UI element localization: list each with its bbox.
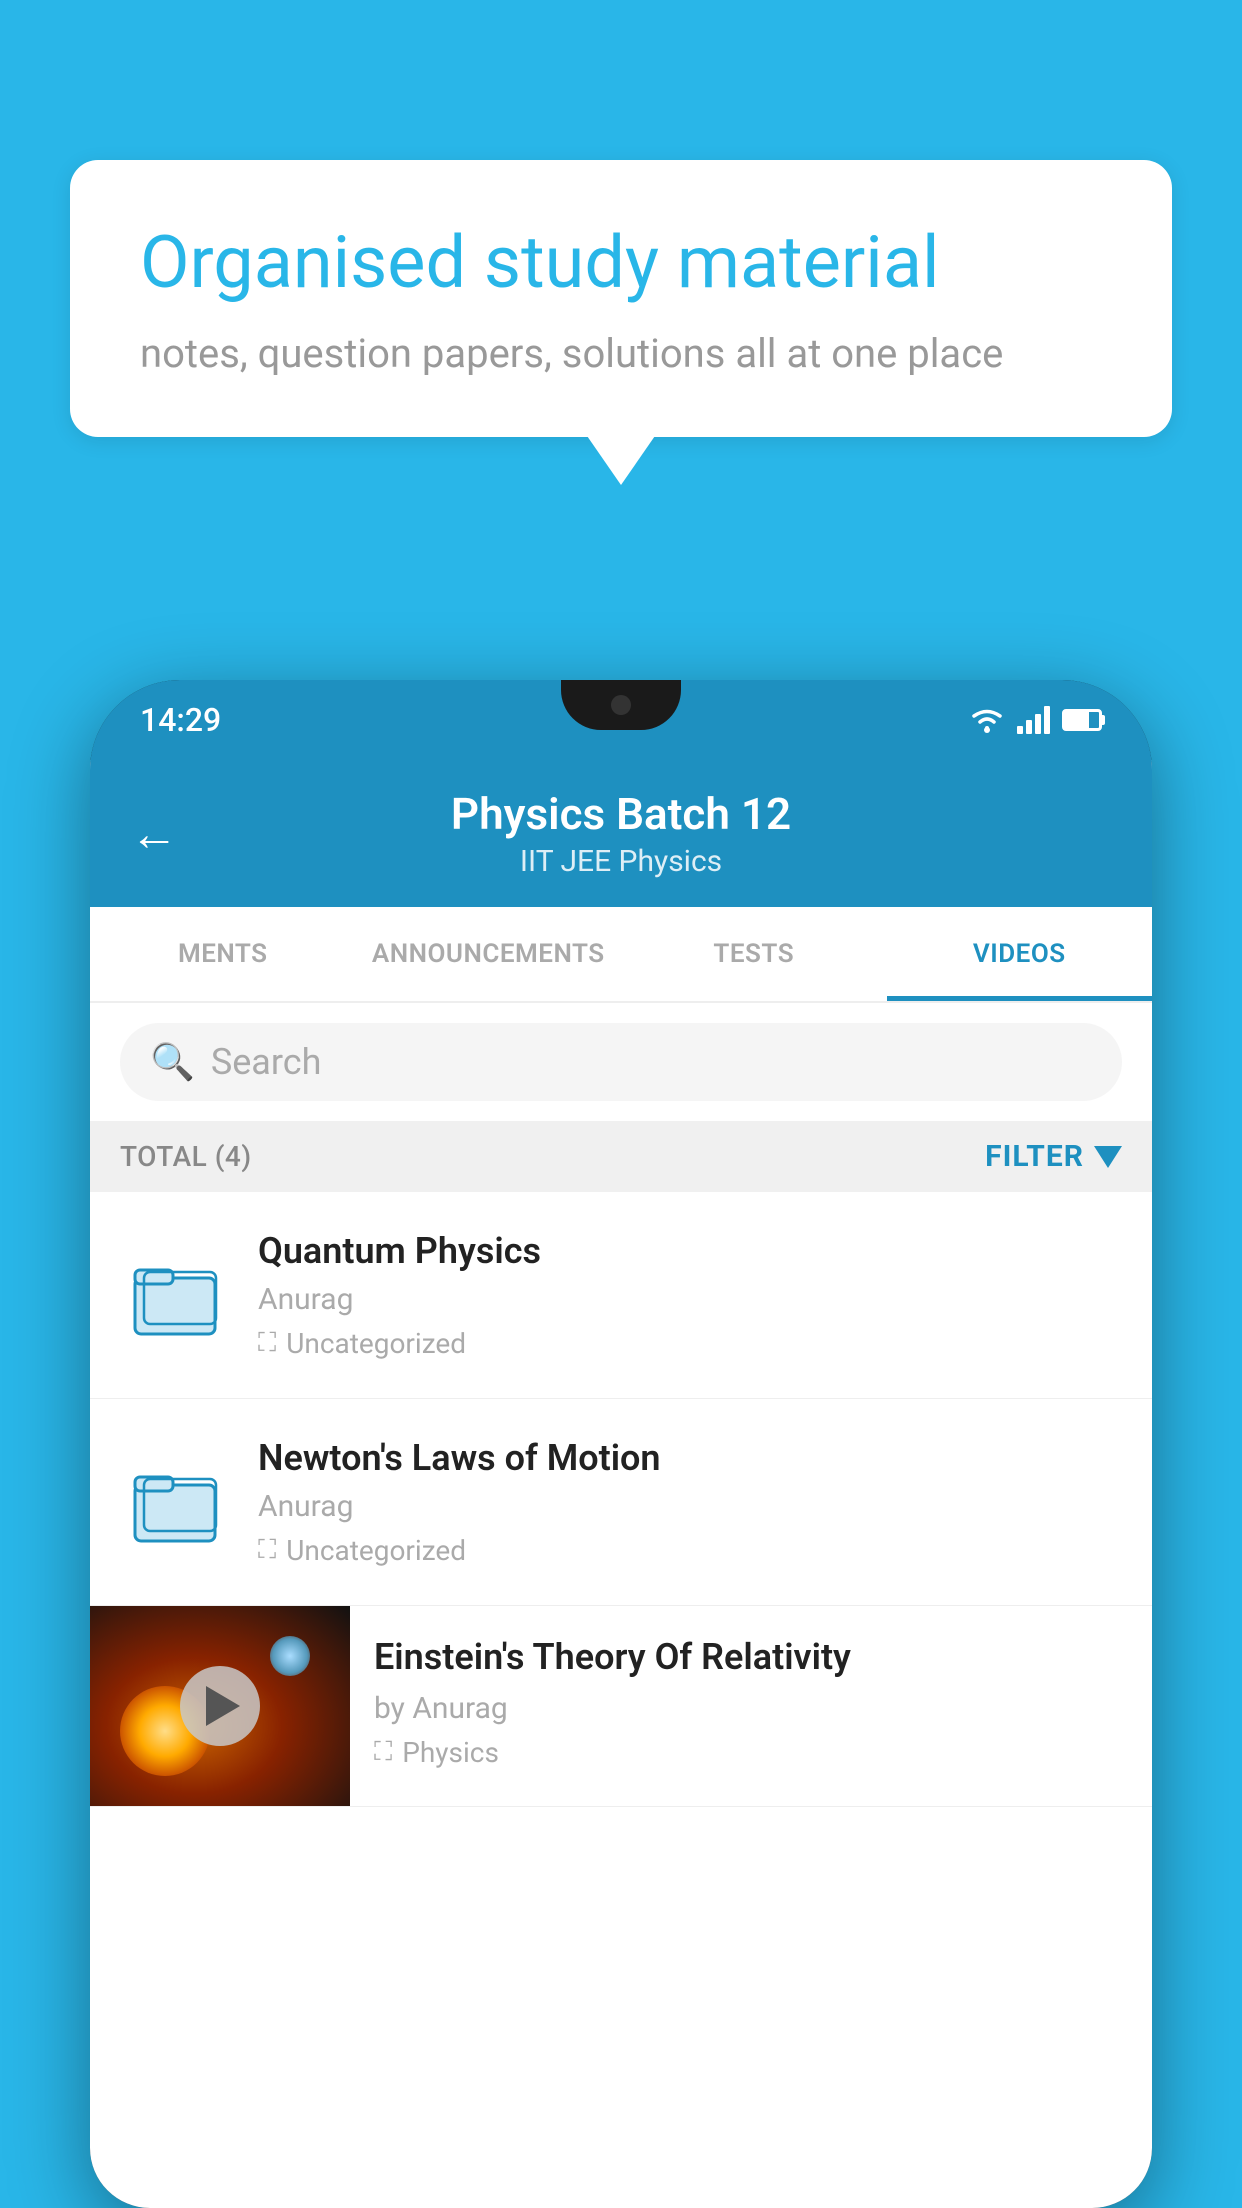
tab-announcements[interactable]: ANNOUNCEMENTS (356, 907, 622, 1001)
tag-label: Uncategorized (286, 1327, 466, 1360)
video-thumbnail-3 (90, 1606, 350, 1806)
video-tag: ⛶ Uncategorized (258, 1534, 1122, 1567)
list-item[interactable]: Einstein's Theory Of Relativity by Anura… (90, 1606, 1152, 1807)
status-icons (969, 706, 1102, 734)
search-icon: 🔍 (150, 1041, 195, 1083)
video-thumb-1 (120, 1240, 230, 1350)
video-list: Quantum Physics Anurag ⛶ Uncategorized (90, 1192, 1152, 1807)
speech-bubble-container: Organised study material notes, question… (70, 160, 1172, 437)
video-title: Quantum Physics (258, 1230, 1122, 1272)
video-tag: ⛶ Uncategorized (258, 1327, 1122, 1360)
phone-screen: ← Physics Batch 12 IIT JEE Physics MENTS… (90, 760, 1152, 2208)
tab-tests[interactable]: TESTS (621, 907, 887, 1001)
signal-icon (1017, 706, 1050, 734)
camera-dot (611, 695, 631, 715)
filter-bar: TOTAL (4) FILTER (90, 1121, 1152, 1192)
video-author: by Anurag (374, 1691, 1128, 1726)
video-info-1: Quantum Physics Anurag ⛶ Uncategorized (258, 1230, 1122, 1360)
play-button[interactable] (180, 1666, 260, 1746)
battery-icon (1062, 709, 1102, 731)
folder-icon (130, 1250, 220, 1340)
video-thumb-2 (120, 1447, 230, 1557)
filter-button[interactable]: FILTER (985, 1139, 1122, 1174)
filter-label: FILTER (985, 1139, 1084, 1174)
total-count-label: TOTAL (4) (120, 1140, 252, 1173)
tag-icon: ⛶ (258, 1535, 276, 1566)
search-placeholder: Search (211, 1041, 322, 1083)
search-input-wrapper[interactable]: 🔍 Search (120, 1023, 1122, 1101)
phone-frame: 14:29 (90, 680, 1152, 2208)
header-subtitle: IIT JEE Physics (208, 844, 1034, 879)
filter-icon (1094, 1146, 1122, 1168)
tab-ments[interactable]: MENTS (90, 907, 356, 1001)
video-title: Einstein's Theory Of Relativity (374, 1634, 1128, 1681)
bubble-title: Organised study material (140, 220, 1102, 306)
search-container: 🔍 Search (90, 1003, 1152, 1121)
video-author: Anurag (258, 1489, 1122, 1524)
folder-icon (130, 1457, 220, 1547)
video-info-3: Einstein's Theory Of Relativity by Anura… (350, 1606, 1152, 1797)
tag-label: Uncategorized (286, 1534, 466, 1567)
play-icon (206, 1686, 240, 1726)
video-tag: ⛶ Physics (374, 1736, 1128, 1769)
video-author: Anurag (258, 1282, 1122, 1317)
bubble-subtitle: notes, question papers, solutions all at… (140, 330, 1102, 377)
video-info-2: Newton's Laws of Motion Anurag ⛶ Uncateg… (258, 1437, 1122, 1567)
tabs-bar: MENTS ANNOUNCEMENTS TESTS VIDEOS (90, 907, 1152, 1003)
speech-bubble: Organised study material notes, question… (70, 160, 1172, 437)
video-title: Newton's Laws of Motion (258, 1437, 1122, 1479)
tag-icon: ⛶ (374, 1737, 392, 1768)
status-time: 14:29 (140, 701, 221, 739)
tag-icon: ⛶ (258, 1328, 276, 1359)
list-item[interactable]: Newton's Laws of Motion Anurag ⛶ Uncateg… (90, 1399, 1152, 1606)
header-title: Physics Batch 12 (208, 788, 1034, 840)
phone-notch (561, 680, 681, 730)
status-bar: 14:29 (90, 680, 1152, 760)
app-header: ← Physics Batch 12 IIT JEE Physics (90, 760, 1152, 907)
tag-label: Physics (402, 1736, 499, 1769)
list-item[interactable]: Quantum Physics Anurag ⛶ Uncategorized (90, 1192, 1152, 1399)
tab-videos[interactable]: VIDEOS (887, 907, 1153, 1001)
wifi-icon (969, 706, 1005, 734)
back-button[interactable]: ← (130, 805, 178, 862)
header-title-block: Physics Batch 12 IIT JEE Physics (208, 788, 1034, 879)
